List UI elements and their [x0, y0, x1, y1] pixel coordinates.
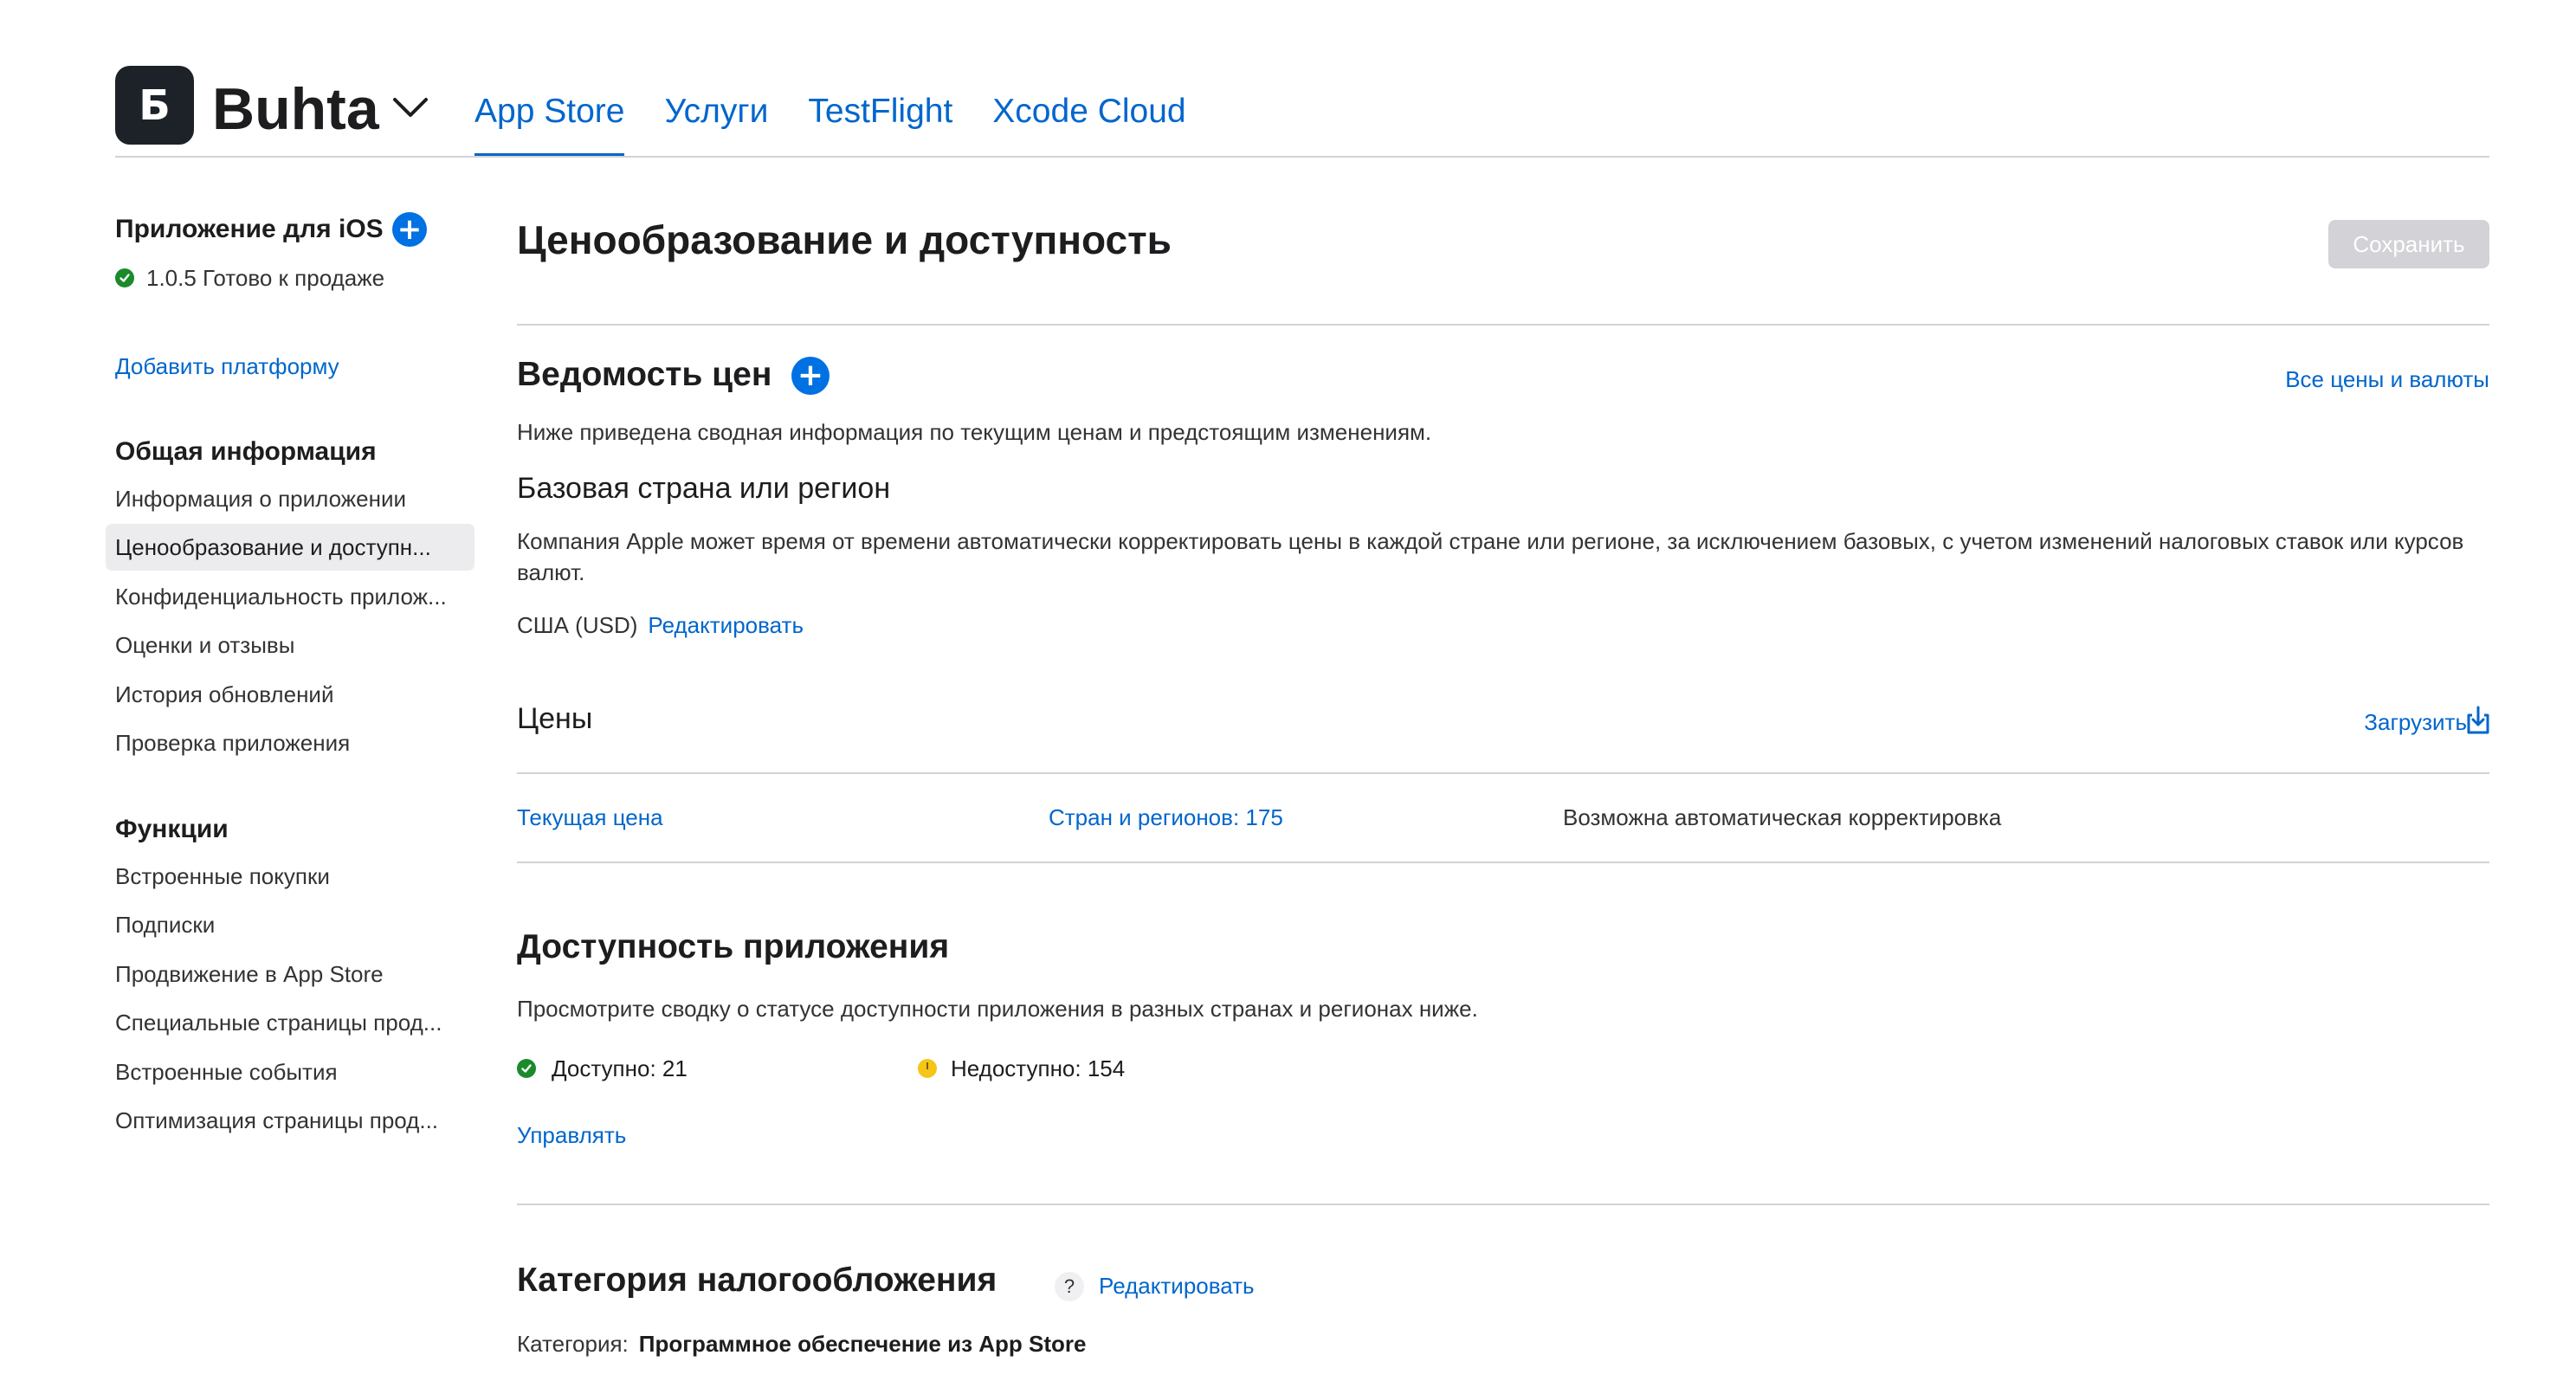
platform-title: Приложение для iOS	[115, 215, 384, 243]
base-country-value: США (USD)	[517, 612, 638, 638]
tax-category-label: Категория:	[517, 1331, 629, 1357]
sidebar-item-promotions[interactable]: Продвижение в App Store	[115, 959, 384, 989]
sidebar-heading-features: Функции	[115, 815, 229, 843]
tax-category-value: Программное обеспечение из App Store	[638, 1331, 1087, 1357]
sidebar-item-pricing[interactable]: Ценообразование и доступн...	[115, 532, 431, 562]
status-ready-icon	[115, 268, 134, 287]
sidebar-item-subscriptions[interactable]: Подписки	[115, 910, 215, 939]
base-country-description: Компания Apple может время от времени ав…	[517, 528, 2464, 585]
current-price-link[interactable]: Текущая цена	[517, 802, 663, 833]
all-prices-link[interactable]: Все цены и валюты	[2285, 364, 2489, 395]
price-schedule-description: Ниже приведена сводная информация по тек…	[517, 419, 1432, 445]
help-icon[interactable]: ?	[1055, 1272, 1084, 1301]
top-nav-tabs: App Store Услуги TestFlight Xcode Cloud	[475, 88, 1226, 157]
sidebar-item-app-info[interactable]: Информация о приложении	[115, 484, 406, 513]
edit-base-country-link[interactable]: Редактировать	[648, 610, 804, 641]
download-icon[interactable]	[2464, 706, 2492, 735]
prices-row-divider	[517, 862, 2489, 863]
tax-category-title: Категория налогообложения	[517, 1262, 997, 1299]
sidebar-item-privacy[interactable]: Конфиденциальность прилож...	[115, 582, 447, 611]
edit-tax-category-link[interactable]: Редактировать	[1099, 1270, 1255, 1301]
chevron-down-icon[interactable]	[391, 94, 429, 120]
base-country-row: США (USD) Редактировать	[517, 610, 804, 641]
tab-xcode-cloud[interactable]: Xcode Cloud	[992, 88, 1185, 135]
availability-title: Доступность приложения	[517, 928, 950, 965]
unavailable-count-text: Недоступно: 154	[951, 1055, 1126, 1081]
sidebar-item-ratings[interactable]: Оценки и отзывы	[115, 630, 294, 660]
add-version-plus-icon[interactable]: +	[392, 212, 427, 247]
tab-app-store[interactable]: App Store	[475, 88, 625, 157]
header-divider	[115, 156, 2489, 158]
sidebar-item-in-app-purchases[interactable]: Встроенные покупки	[115, 862, 330, 891]
available-count: Доступно: 21	[517, 1053, 688, 1084]
unavailable-count: Недоступно: 154	[918, 1053, 1125, 1084]
manage-availability-link[interactable]: Управлять	[517, 1120, 626, 1151]
app-icon: Б	[115, 66, 194, 145]
availability-description: Просмотрите сводку о статусе доступности…	[517, 996, 1478, 1022]
sidebar-item-app-review[interactable]: Проверка приложения	[115, 728, 350, 758]
title-divider	[517, 324, 2489, 326]
countries-count-link[interactable]: Стран и регионов: 175	[1049, 802, 1283, 833]
prices-title: Цены	[517, 702, 593, 735]
available-count-text: Доступно: 21	[552, 1055, 688, 1081]
tab-services[interactable]: Услуги	[664, 88, 768, 135]
tab-testflight[interactable]: TestFlight	[808, 88, 952, 135]
availability-divider	[517, 1204, 2489, 1205]
base-country-title: Базовая страна или регион	[517, 472, 891, 505]
sidebar-item-custom-product-pages[interactable]: Специальные страницы прод...	[115, 1008, 442, 1037]
sidebar-item-version-history[interactable]: История обновлений	[115, 680, 333, 709]
add-platform-link[interactable]: Добавить платформу	[115, 352, 339, 381]
price-schedule-title: Ведомость цен	[517, 356, 772, 393]
available-status-icon	[517, 1059, 536, 1078]
prices-header-divider	[517, 772, 2489, 774]
download-link[interactable]: Загрузить	[2364, 707, 2467, 738]
page-title: Ценообразование и доступность	[517, 217, 1172, 262]
auto-adjust-text: Возможна автоматическая корректировка	[1563, 804, 2002, 830]
platform-status[interactable]: 1.0.5 Готово к продаже	[115, 263, 384, 293]
unavailable-status-icon	[918, 1059, 937, 1078]
tax-category-row: Категория: Программное обеспечение из Ap…	[517, 1328, 1086, 1359]
platform-status-text: 1.0.5 Готово к продаже	[146, 265, 385, 291]
sidebar-item-product-page-optimization[interactable]: Оптимизация страницы прод...	[115, 1106, 438, 1135]
sidebar-item-in-app-events[interactable]: Встроенные события	[115, 1057, 338, 1087]
sidebar-heading-general: Общая информация	[115, 437, 377, 466]
add-price-plus-icon[interactable]: +	[791, 357, 830, 395]
app-icon-glyph: Б	[139, 81, 171, 130]
save-button[interactable]: Сохранить	[2328, 220, 2489, 268]
app-name[interactable]: Buhta	[212, 71, 379, 147]
